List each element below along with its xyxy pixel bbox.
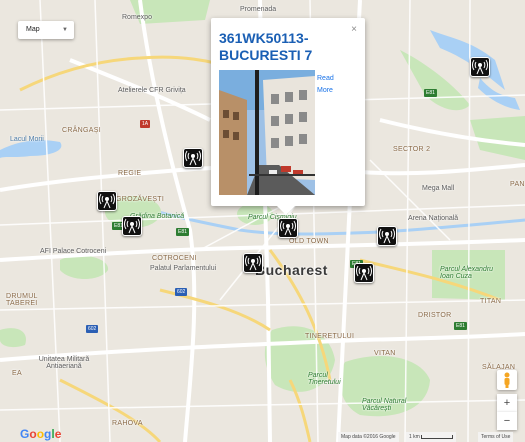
terms-link[interactable]: Terms of Use bbox=[478, 432, 514, 442]
street-view-pegman-icon[interactable] bbox=[497, 370, 517, 390]
scale-bar: 1 km bbox=[406, 432, 457, 442]
label-pantelimon: PAN bbox=[510, 181, 525, 188]
road-badge: 602 bbox=[86, 325, 99, 333]
label-romexpo: Romexpo bbox=[122, 14, 152, 21]
road-badge: E81 bbox=[424, 89, 437, 97]
label-drumul-taberei: DRUMUL TABEREI bbox=[6, 293, 38, 307]
label-afi-palace: AFI Palace Cotroceni bbox=[40, 248, 107, 255]
map-canvas[interactable]: Romexpo Promenada Atelierele CFR Grivița… bbox=[0, 0, 525, 442]
antenna-marker-icon[interactable] bbox=[97, 191, 117, 211]
scale-label: 1 km bbox=[409, 434, 420, 440]
label-mega-mall: Mega Mall bbox=[422, 185, 455, 192]
google-logo: Google bbox=[20, 427, 62, 441]
map-type-dropdown[interactable]: Map ▼ bbox=[18, 21, 74, 39]
label-unitatea: Unitatea Militară Antiaeriană bbox=[38, 356, 90, 370]
antenna-marker-icon[interactable] bbox=[377, 226, 397, 246]
label-parcul-alexandru: Parcul Alexandru Ioan Cuza bbox=[440, 266, 494, 280]
label-titan: TITAN bbox=[480, 298, 502, 305]
label-bucharest: Bucharest bbox=[255, 262, 328, 278]
road-badge: 602 bbox=[175, 288, 188, 296]
popup-title: 361WK50113-BUCURESTI 7 bbox=[219, 30, 313, 63]
label-lacul-morii: Lacul Morii bbox=[10, 136, 44, 143]
zoom-in-button[interactable]: + bbox=[497, 394, 517, 412]
map-data-attribution: Map data ©2016 Google bbox=[338, 432, 399, 442]
antenna-marker-icon[interactable] bbox=[243, 253, 263, 273]
site-photo bbox=[219, 70, 315, 195]
antenna-marker-icon[interactable] bbox=[354, 263, 374, 283]
label-ea: EA bbox=[12, 370, 22, 377]
label-old-town: OLD TOWN bbox=[289, 238, 329, 245]
road-badge: 1A bbox=[140, 120, 151, 128]
label-tineretului: TINERETULUI bbox=[305, 333, 355, 340]
read-more-link[interactable]: Read More bbox=[317, 73, 347, 97]
label-arena: Arena Națională bbox=[408, 215, 459, 222]
chevron-down-icon: ▼ bbox=[62, 27, 68, 33]
label-atelierele: Atelierele CFR Grivița bbox=[118, 87, 186, 94]
antenna-marker-icon[interactable] bbox=[470, 57, 490, 77]
label-dristor: DRISTOR bbox=[418, 312, 452, 319]
antenna-marker-icon[interactable] bbox=[122, 216, 142, 236]
info-window: × 361WK50113-BUCURESTI 7 Read More bbox=[211, 18, 365, 215]
close-icon[interactable]: × bbox=[351, 24, 357, 35]
antenna-marker-icon[interactable] bbox=[183, 148, 203, 168]
road-badge: E81 bbox=[454, 322, 467, 330]
label-cotroceni: COTROCENI bbox=[152, 255, 197, 262]
label-regie: REGIE bbox=[118, 170, 142, 177]
label-vitan: VITAN bbox=[374, 350, 396, 357]
antenna-marker-icon[interactable] bbox=[278, 218, 298, 238]
label-parcul-vacaresti: Parcul Natural Văcărești bbox=[362, 398, 407, 412]
label-crangasi: CRÂNGAȘI bbox=[62, 127, 101, 134]
label-promenada: Promenada bbox=[240, 6, 277, 13]
map-type-label: Map bbox=[26, 26, 40, 33]
label-grozavesti: GROZĂVEȘTI bbox=[116, 196, 165, 203]
label-sector2: SECTOR 2 bbox=[393, 146, 431, 153]
label-palatul: Palatul Parlamentului bbox=[150, 265, 217, 272]
zoom-out-button[interactable]: − bbox=[497, 412, 517, 430]
label-rahova: RAHOVA bbox=[112, 420, 143, 427]
label-parcul-tineretului: Parcul Tineretului bbox=[308, 372, 341, 386]
road-badge: E81 bbox=[176, 228, 189, 236]
